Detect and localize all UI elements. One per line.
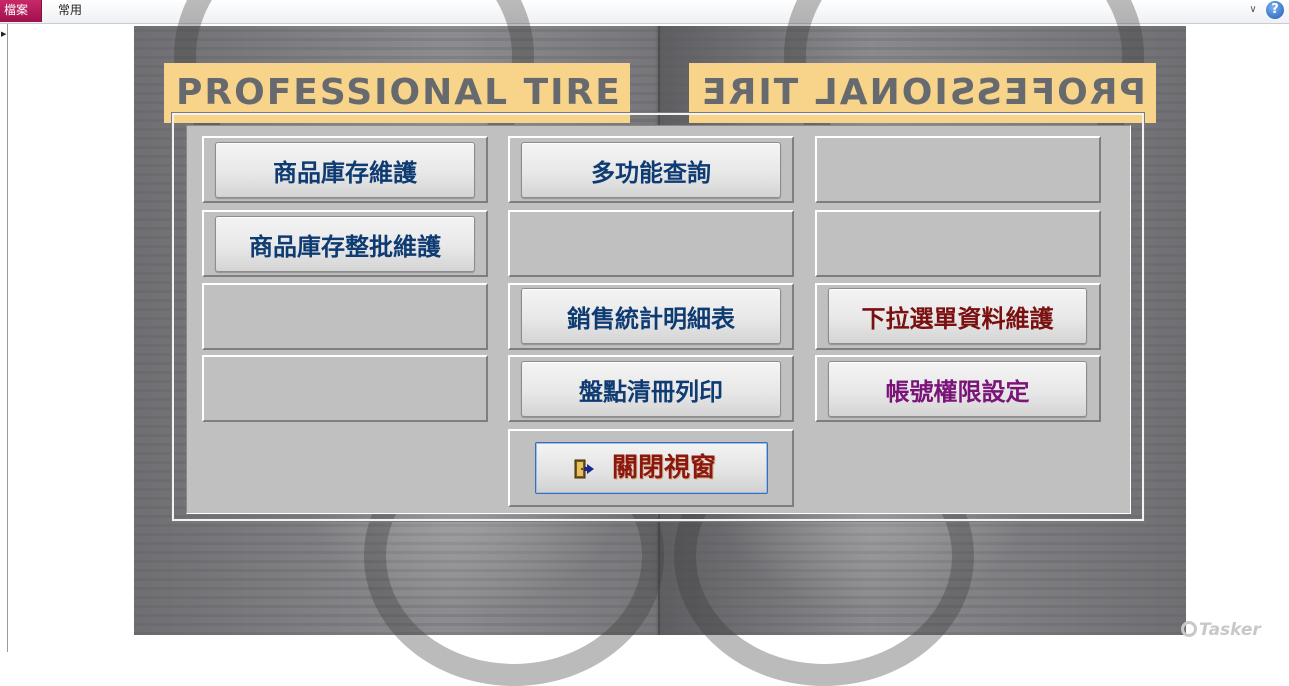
watermark-text: Tasker: [1199, 620, 1261, 640]
menu-cell-empty: [202, 283, 488, 350]
account-permission-settings-button[interactable]: 帳號權限設定: [828, 361, 1087, 417]
menu-cell-empty: [815, 210, 1101, 277]
close-window-button[interactable]: 關閉視窗: [535, 442, 768, 494]
inventory-maintenance-button[interactable]: 商品庫存維護: [215, 142, 475, 198]
tasker-watermark: Tasker: [1181, 620, 1261, 640]
batch-inventory-maintenance-button[interactable]: 商品庫存整批維護: [215, 216, 475, 272]
tab-home[interactable]: 常用: [58, 2, 82, 18]
help-icon[interactable]: ?: [1266, 1, 1284, 19]
multi-function-query-button[interactable]: 多功能查詢: [521, 142, 781, 198]
menu-cell-empty: [815, 136, 1101, 203]
dropdown-data-maintenance-button[interactable]: 下拉選單資料維護: [828, 288, 1087, 344]
sales-statistics-detail-button[interactable]: 銷售統計明細表: [521, 288, 781, 344]
exit-door-icon: [572, 457, 596, 481]
navigation-pane-collapsed[interactable]: ▶: [0, 24, 8, 652]
tab-file[interactable]: 檔案: [0, 0, 42, 22]
expand-arrow-icon[interactable]: ▶: [1, 30, 6, 38]
menu-cell-empty: [202, 355, 488, 422]
menu-cell-empty: [508, 210, 794, 277]
close-window-label: 關閉視窗: [612, 453, 717, 483]
stocktake-list-print-button[interactable]: 盤點清冊列印: [521, 361, 781, 417]
tasker-logo-icon: [1181, 621, 1197, 637]
minimize-ribbon-icon[interactable]: ∨: [1246, 3, 1260, 17]
